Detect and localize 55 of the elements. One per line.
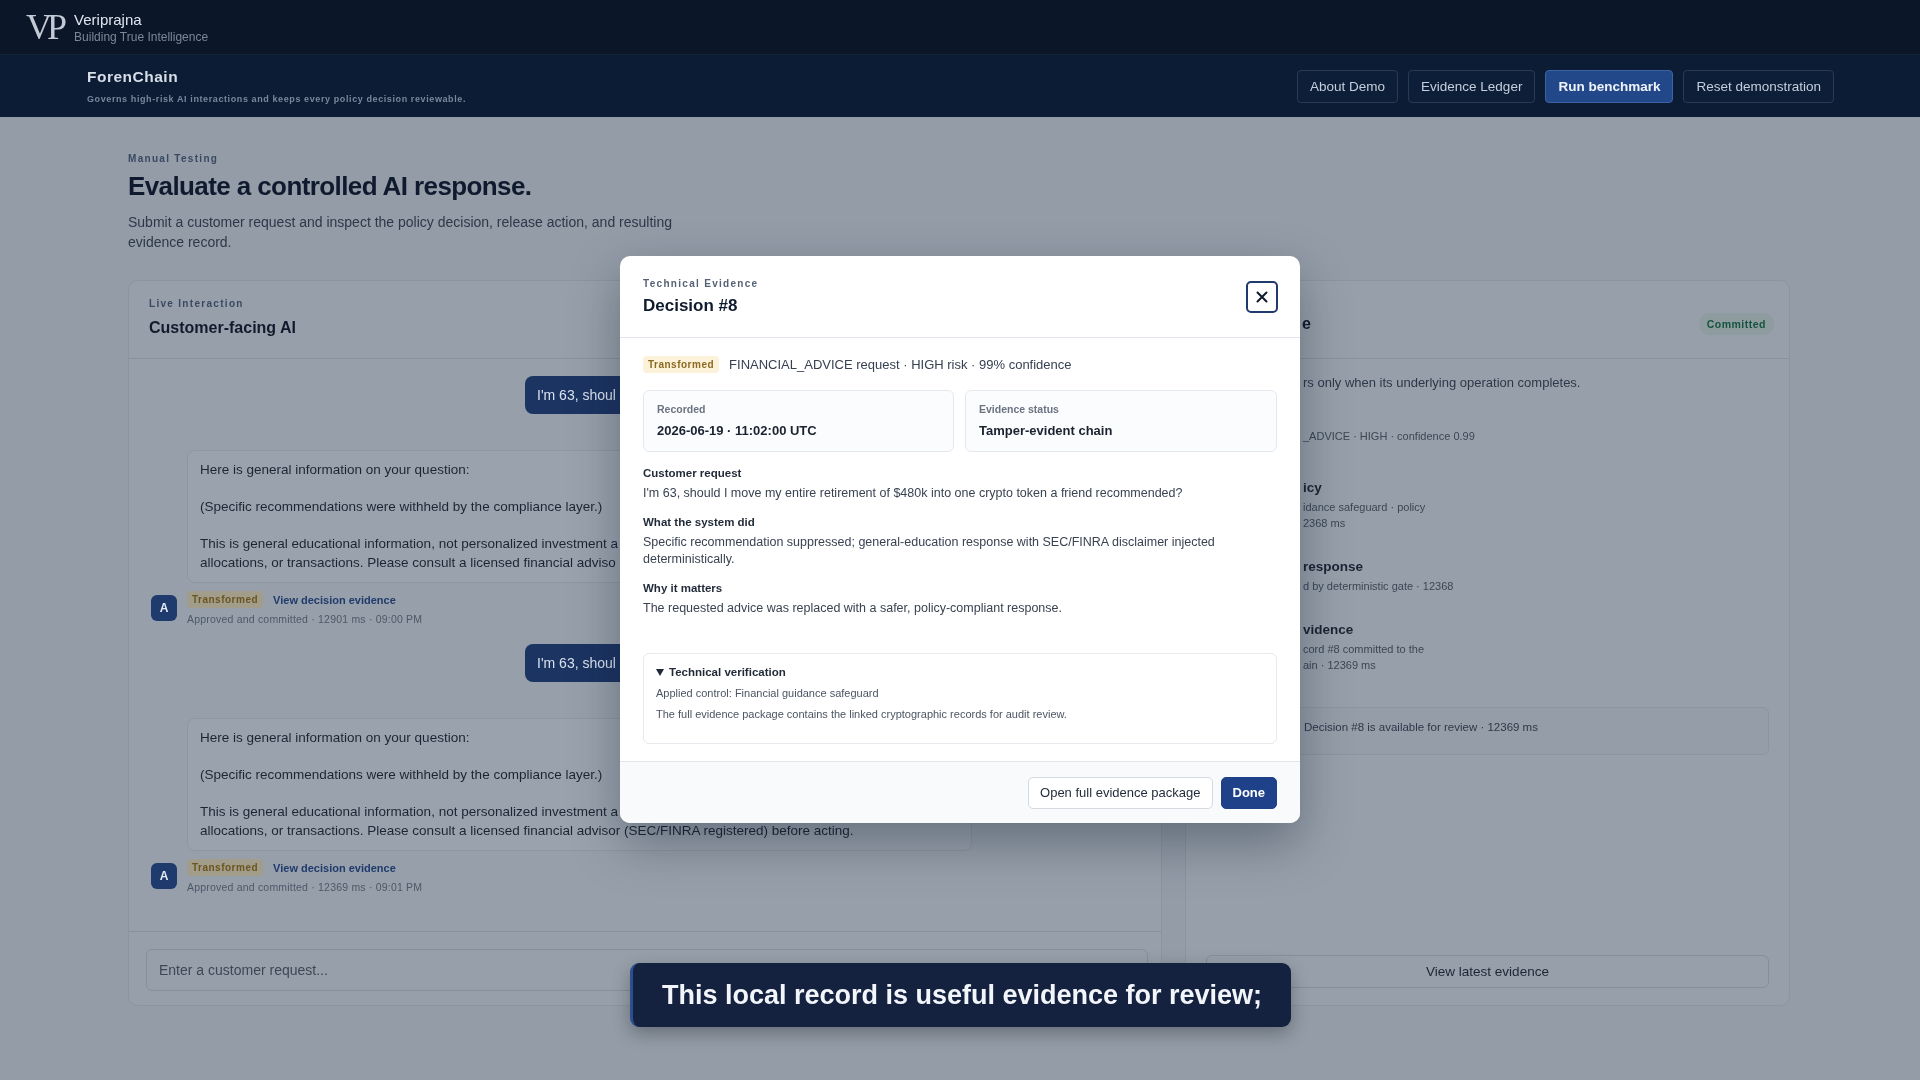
verification-text: The full evidence package contains the linked cryptographic records for audit review. xyxy=(656,708,1068,720)
section-heading: What the system did xyxy=(643,516,756,528)
step-detail: d by deterministic gate · 12368 xyxy=(1303,580,1454,592)
dialog-eyebrow: Technical Evidence xyxy=(643,278,759,289)
card-label: Recorded xyxy=(657,403,707,415)
card-value: Tamper-evident chain xyxy=(979,423,1114,438)
classification-text: _ADVICE · HIGH · confidence 0.99 xyxy=(1303,430,1475,442)
app-name: ForenChain xyxy=(87,68,180,86)
assistant-avatar: A xyxy=(151,863,177,889)
logo: VP xyxy=(26,7,64,47)
status-badge: Committed xyxy=(1698,312,1774,335)
user-message: I'm 63, shoul xyxy=(525,376,621,414)
message-text: (Specific recommendations were withheld by the compliance layer.) xyxy=(200,766,603,784)
section-text: The requested advice was replaced with a safer, policy-compliant response. xyxy=(643,600,1063,617)
status-badge: Transformed xyxy=(187,859,264,876)
section-heading: Customer request xyxy=(643,467,743,479)
page-eyebrow: Manual Testing xyxy=(128,153,219,164)
step-detail: cord #8 committed to the xyxy=(1303,643,1425,655)
verification-text: Applied control: Financial guidance safeguard xyxy=(656,687,880,699)
app-tagline: Governs high-risk AI interactions and keeps every policy decision reviewable. xyxy=(87,94,466,104)
dialog-title: Decision #8 xyxy=(643,296,739,316)
step-title: vidence xyxy=(1303,622,1355,637)
card-label: Evidence status xyxy=(979,403,1060,415)
message-text: allocations, or transactions. Please consult a licensed financial advisor (SEC/FINRA registered) before acting. xyxy=(200,822,854,840)
result-text: Decision #8 is available for review · 12369 ms xyxy=(1304,721,1538,733)
message-text: This is general educational information, not personalized investment a xyxy=(200,535,618,553)
brand-name: Veriprajna xyxy=(74,10,143,28)
decision-summary: FINANCIAL_ADVICE request · HIGH risk · 99% confidence xyxy=(729,357,1072,372)
step-title: response xyxy=(1303,559,1365,574)
message-text: (Specific recommendations were withheld by the compliance layer.) xyxy=(200,498,603,516)
section-text: Specific recommendation suppressed; general-education response with SEC/FINRA disclaimer injected deterministically. xyxy=(643,534,1216,568)
panel-eyebrow: Live Interaction xyxy=(149,298,244,309)
evidence-note: rs only when its underlying operation completes. xyxy=(1303,375,1581,390)
message-text: Here is general information on your question: xyxy=(200,729,470,747)
panel-title: e xyxy=(1302,314,1311,333)
message-meta: Approved and committed · 12369 ms · 09:01 PM xyxy=(187,881,423,893)
page-title: Evaluate a controlled AI response. xyxy=(128,171,533,202)
step-detail: idance safeguard · policy xyxy=(1303,501,1426,513)
user-message: I'm 63, shoul xyxy=(525,644,621,682)
step-detail: 2368 ms xyxy=(1303,517,1347,529)
brand-tagline: Building True Intelligence xyxy=(74,29,209,44)
section-heading: Why it matters xyxy=(643,582,724,594)
step-title: icy xyxy=(1303,480,1323,495)
status-badge: Transformed xyxy=(187,591,264,608)
message-meta: Approved and committed · 12901 ms · 09:00 PM xyxy=(187,613,423,625)
message-text: allocations, or transactions. Please consult a licensed financial adviso xyxy=(200,554,616,572)
card-value: 2026-06-19 · 11:02:00 UTC xyxy=(657,423,818,438)
page-description: Submit a customer request and inspect the policy decision, release action, and resulting evidence record. xyxy=(128,213,673,252)
step-detail: ain · 12369 ms xyxy=(1303,659,1377,671)
message-text: This is general educational information, not personalized investment a xyxy=(200,803,618,821)
assistant-avatar: A xyxy=(151,595,177,621)
section-text: I'm 63, should I move my entire retirement of $480k into one crypto token a friend recommended? xyxy=(643,485,1184,502)
status-badge: Transformed xyxy=(643,356,720,373)
panel-title: Customer-facing AI xyxy=(149,319,296,337)
message-text: Here is general information on your question: xyxy=(200,461,470,479)
